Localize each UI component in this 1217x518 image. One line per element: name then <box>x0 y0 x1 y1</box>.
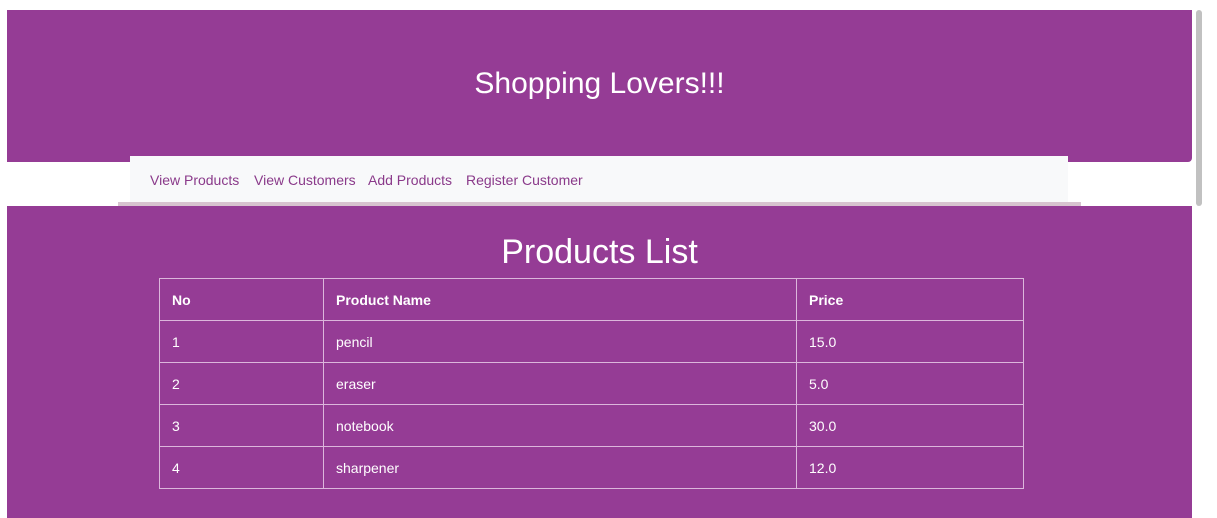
cell-no: 1 <box>159 320 324 363</box>
nav-view-products[interactable]: View Products <box>150 156 239 204</box>
column-header-no: No <box>159 278 324 321</box>
page: Shopping Lovers!!! View Products View Cu… <box>0 0 1217 518</box>
column-header-product-name: Product Name <box>323 278 797 321</box>
site-title: Shopping Lovers!!! <box>474 67 725 100</box>
site-header: Shopping Lovers!!! <box>7 10 1192 162</box>
table-row: 2 eraser 5.0 <box>159 362 1024 405</box>
cell-no: 2 <box>159 362 324 405</box>
nav-add-products[interactable]: Add Products <box>368 156 452 204</box>
nav-register-customer[interactable]: Register Customer <box>466 156 583 204</box>
cell-price: 15.0 <box>796 320 1024 363</box>
table-row: 3 notebook 30.0 <box>159 404 1024 447</box>
cell-product-name: notebook <box>323 404 797 447</box>
vertical-scrollbar[interactable] <box>1196 10 1202 206</box>
cell-product-name: pencil <box>323 320 797 363</box>
cell-product-name: sharpener <box>323 446 797 489</box>
nav-view-customers[interactable]: View Customers <box>254 156 356 204</box>
products-table: No Product Name Price 1 pencil 15.0 2 er… <box>159 278 1024 489</box>
page-title: Products List <box>501 233 698 271</box>
table-row: 4 sharpener 12.0 <box>159 446 1024 489</box>
cell-no: 3 <box>159 404 324 447</box>
cell-no: 4 <box>159 446 324 489</box>
table-row: 1 pencil 15.0 <box>159 320 1024 363</box>
cell-price: 12.0 <box>796 446 1024 489</box>
navbar: View Products View Customers Add Product… <box>130 156 1068 202</box>
column-header-price: Price <box>796 278 1024 321</box>
table-header-row: No Product Name Price <box>159 278 1024 321</box>
cell-price: 30.0 <box>796 404 1024 447</box>
cell-price: 5.0 <box>796 362 1024 405</box>
main-content: Products List No Product Name Price 1 pe… <box>7 206 1192 518</box>
cell-product-name: eraser <box>323 362 797 405</box>
